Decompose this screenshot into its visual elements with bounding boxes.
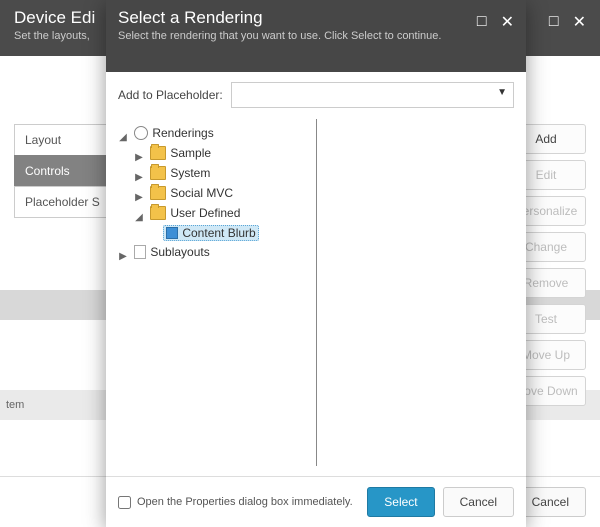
gear-icon	[134, 126, 148, 140]
tree-label: Content Blurb	[182, 226, 255, 240]
tree-node-social-mvc[interactable]: Social MVC	[147, 185, 236, 201]
maximize-icon[interactable]: □	[477, 13, 487, 31]
tree-label: Sample	[170, 146, 211, 160]
folder-icon	[150, 146, 166, 160]
tree-label: Renderings	[152, 126, 213, 140]
folder-icon	[150, 166, 166, 180]
tree-label: System	[170, 166, 210, 180]
bg-dialog-title: Device Edi	[14, 8, 95, 28]
bg-dialog-subtitle: Set the layouts,	[14, 30, 95, 42]
sidebar-item-controls[interactable]: Controls	[14, 155, 118, 187]
open-properties-checkbox[interactable]	[118, 496, 131, 509]
tree-node-sublayouts[interactable]: Sublayouts	[131, 244, 212, 260]
rendering-tree[interactable]: ◢ Renderings ▶ Sample	[118, 119, 317, 466]
expander-icon[interactable]: ◢	[134, 212, 144, 223]
chevron-down-icon[interactable]: ▼	[497, 87, 507, 98]
placeholder-label: Add to Placeholder:	[118, 88, 223, 102]
tree-node-content-blurb[interactable]: Content Blurb	[163, 225, 258, 241]
dialog-title: Select a Rendering	[118, 8, 441, 28]
select-rendering-dialog: Select a Rendering Select the rendering …	[106, 0, 526, 527]
expander-spacer	[150, 231, 160, 242]
open-properties-checkbox-label[interactable]: Open the Properties dialog box immediate…	[118, 496, 359, 509]
placeholder-combobox[interactable]: ▼	[231, 82, 514, 108]
folder-icon	[150, 206, 166, 220]
bg-maximize-icon[interactable]: □	[549, 13, 559, 31]
open-properties-text: Open the Properties dialog box immediate…	[137, 496, 353, 508]
tree-label: User Defined	[170, 206, 240, 220]
bg-sidebar: Layout Controls Placeholder S	[14, 124, 118, 217]
expander-icon[interactable]: ▶	[118, 251, 128, 262]
preview-pane	[317, 119, 515, 466]
expander-icon[interactable]: ▶	[134, 172, 144, 183]
folder-icon	[150, 186, 166, 200]
cancel-button[interactable]: Cancel	[443, 487, 514, 517]
dialog-header: Select a Rendering Select the rendering …	[106, 0, 526, 72]
dialog-body: Add to Placeholder: ▼ ◢ Renderings	[106, 72, 526, 476]
dialog-footer: Open the Properties dialog box immediate…	[106, 476, 526, 527]
dialog-subtitle: Select the rendering that you want to us…	[118, 30, 441, 42]
tree-node-renderings[interactable]: Renderings	[131, 125, 216, 141]
tree-label: Sublayouts	[150, 245, 209, 259]
page-icon	[134, 245, 146, 259]
expander-icon[interactable]: ▶	[134, 152, 144, 163]
tree-node-system[interactable]: System	[147, 165, 213, 181]
close-icon[interactable]: ✕	[501, 12, 514, 32]
tree-node-sample[interactable]: Sample	[147, 145, 214, 161]
block-icon	[166, 227, 178, 239]
expander-icon[interactable]: ◢	[118, 132, 128, 143]
sidebar-item-layout[interactable]: Layout	[14, 124, 118, 156]
bg-close-icon[interactable]: ✕	[573, 12, 586, 32]
select-button[interactable]: Select	[367, 487, 434, 517]
tree-label: Social MVC	[170, 186, 233, 200]
sidebar-item-placeholder[interactable]: Placeholder S	[14, 186, 118, 218]
expander-icon[interactable]: ▶	[134, 192, 144, 203]
tree-node-user-defined[interactable]: User Defined	[147, 205, 243, 221]
